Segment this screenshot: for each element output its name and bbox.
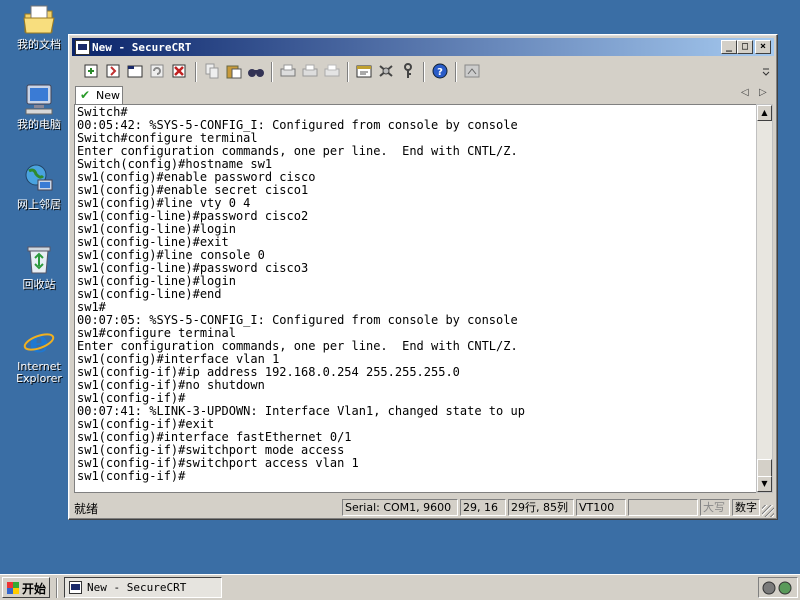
desktop-icon-my-computer[interactable]: 我的电脑 <box>8 82 70 131</box>
connect-in-tab-icon[interactable] <box>127 63 145 79</box>
desktop-icon-label: Internet Explorer <box>16 360 62 385</box>
internet-explorer-icon: e <box>22 324 56 360</box>
connect-icon[interactable] <box>83 63 101 79</box>
start-label: 开始 <box>22 582 47 596</box>
desktop-icon-network-places[interactable]: 网上邻居 <box>8 162 70 211</box>
help-icon[interactable]: ? <box>431 63 449 79</box>
status-blank <box>628 499 698 516</box>
recycle-bin-icon <box>22 242 56 276</box>
taskbar: 开始 New - SecureCRT <box>0 574 800 600</box>
toolbar: ? <box>75 59 771 85</box>
tab-label: New <box>96 89 120 102</box>
print-selection-icon[interactable] <box>301 63 319 79</box>
terminal-line: sw1(config-if)# <box>77 469 186 483</box>
reconnect-icon[interactable] <box>149 63 167 79</box>
session-options-icon[interactable] <box>355 63 373 79</box>
desktop-icon-label: 网上邻居 <box>17 198 61 211</box>
app-icon[interactable] <box>75 40 90 55</box>
quick-connect-icon[interactable] <box>105 63 123 79</box>
my-documents-icon <box>22 2 56 36</box>
window-title: New - SecureCRT <box>92 41 192 54</box>
my-computer-icon <box>22 82 56 116</box>
status-caps: 大写 <box>700 499 730 516</box>
title-bar[interactable]: New - SecureCRT _ □ × <box>72 38 774 56</box>
taskbar-item-label: New - SecureCRT <box>87 581 187 594</box>
global-options-icon[interactable] <box>377 63 395 79</box>
status-emulation: VT100 <box>576 499 626 516</box>
securecrt-window: New - SecureCRT _ □ × ? ✔ New ◁ ▷ Switch… <box>68 34 778 520</box>
desktop-icon-label: 回收站 <box>22 278 56 291</box>
print-screen-icon[interactable] <box>323 63 341 79</box>
desktop-icon-my-documents[interactable]: 我的文档 <box>8 2 70 51</box>
connected-check-icon: ✔ <box>80 88 91 102</box>
taskbar-item-securecrt[interactable]: New - SecureCRT <box>64 577 222 598</box>
tab-scroll-right-icon[interactable]: ▷ <box>759 87 767 98</box>
desktop-icon-recycle-bin[interactable]: 回收站 <box>8 242 70 291</box>
toolbar-overflow-icon[interactable] <box>761 63 771 79</box>
print-icon[interactable] <box>279 63 297 79</box>
windows-logo-icon <box>7 582 19 594</box>
status-num: 数字 <box>732 499 760 516</box>
vertical-scrollbar[interactable]: ▲ ▼ <box>756 104 773 493</box>
terminal-lines: Switch# 00:05:42: %SYS-5-CONFIG_I: Config… <box>77 106 525 483</box>
start-button[interactable]: 开始 <box>2 577 50 598</box>
disconnect-icon[interactable] <box>171 63 189 79</box>
svg-text:e: e <box>29 325 48 358</box>
scroll-up-icon[interactable]: ▲ <box>757 105 772 121</box>
resize-grip[interactable] <box>762 505 774 517</box>
status-serial: Serial: COM1, 9600 <box>342 499 458 516</box>
status-bar: 就绪 Serial: COM1, 9600 29, 16 29行, 85列 VT… <box>72 497 774 517</box>
paste-icon[interactable] <box>225 63 243 79</box>
tab-bar: ✔ New ◁ ▷ <box>73 85 773 105</box>
tab-scroll-left-icon[interactable]: ◁ <box>741 87 749 98</box>
copy-icon[interactable] <box>203 63 221 79</box>
status-size: 29行, 85列 <box>508 499 574 516</box>
maximize-button[interactable]: □ <box>737 40 753 54</box>
find-icon[interactable] <box>247 63 265 79</box>
keymap-icon[interactable] <box>399 63 417 79</box>
desktop-icon-label: 我的电脑 <box>17 118 61 131</box>
status-cursor: 29, 16 <box>460 499 506 516</box>
network-places-icon <box>22 162 56 196</box>
terminal-output[interactable]: Switch# 00:05:42: %SYS-5-CONFIG_I: Config… <box>74 104 762 493</box>
securecrt-icon <box>69 581 82 594</box>
desktop-icon-internet-explorer[interactable]: e Internet Explorer <box>8 324 70 385</box>
minimize-button[interactable]: _ <box>721 40 737 54</box>
svg-text:?: ? <box>437 67 443 78</box>
system-tray <box>758 577 798 598</box>
sftp-icon[interactable] <box>463 63 481 79</box>
scroll-down-icon[interactable]: ▼ <box>757 476 772 492</box>
status-ready: 就绪 <box>74 502 99 516</box>
terminal-line: sw1(config-line)#end <box>77 287 222 301</box>
tab-new[interactable]: ✔ New <box>75 86 123 104</box>
desktop-icon-label: 我的文档 <box>17 38 61 51</box>
close-button[interactable]: × <box>755 40 771 54</box>
